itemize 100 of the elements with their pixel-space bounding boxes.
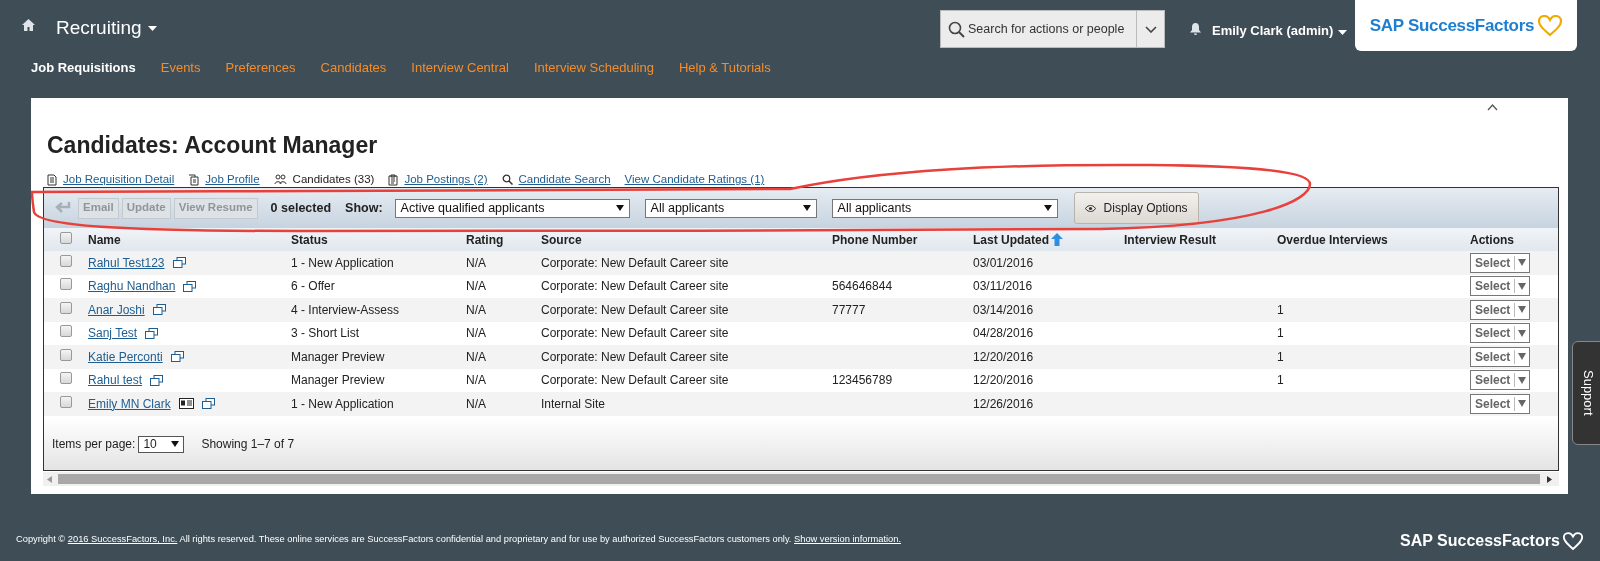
filter-dropdown[interactable]: All applicants — [831, 198, 1058, 218]
table-cell: Corporate: New Default Career site — [541, 255, 729, 270]
nav-tab[interactable]: Interview Scheduling — [533, 58, 654, 78]
table-cell: Manager Preview — [291, 349, 385, 364]
search-field[interactable]: Search for actions or people — [940, 10, 1165, 48]
footer-link[interactable]: 2016 SuccessFactors, Inc. — [67, 534, 178, 544]
display-options-button[interactable]: Display Options — [1073, 192, 1199, 224]
current-view-label[interactable]: Candidates (33) — [292, 171, 375, 189]
caret-icon — [1518, 306, 1527, 314]
chevron-down-icon — [1144, 25, 1157, 33]
caret-icon — [147, 25, 157, 31]
table-cell: 04/28/2016 — [973, 326, 1034, 341]
action-dropdown[interactable]: Select — [1470, 346, 1531, 367]
popup-window-icon[interactable] — [172, 257, 186, 269]
page-link[interactable]: Job Postings (2) — [404, 171, 488, 189]
table-cell: Manager Preview — [291, 373, 385, 388]
nav-tab[interactable]: Candidates — [320, 58, 387, 78]
checkbox[interactable] — [60, 395, 72, 408]
caret-icon — [802, 205, 811, 211]
checkbox[interactable] — [60, 348, 72, 361]
table-cell: 77777 — [832, 302, 866, 317]
search-input[interactable]: Search for actions or people — [968, 19, 1136, 39]
column-header[interactable]: Phone Number — [832, 230, 918, 249]
popup-window-icon[interactable] — [170, 351, 184, 363]
logo[interactable]: SAP SuccessFactors — [1355, 0, 1577, 51]
support-tab[interactable]: Support — [1572, 341, 1600, 445]
checkbox[interactable] — [60, 372, 72, 385]
eye-icon — [1084, 204, 1096, 212]
pager-label: Items per page: — [52, 436, 136, 453]
checkbox[interactable] — [60, 325, 72, 338]
checkbox[interactable] — [60, 278, 72, 291]
nav-tab[interactable]: Preferences — [225, 58, 296, 78]
table-cell: N/A — [466, 302, 486, 317]
table-cell: 03/14/2016 — [973, 302, 1034, 317]
horizontal-scrollbar[interactable] — [43, 472, 1559, 486]
table-cell: 12/20/2016 — [973, 373, 1034, 388]
action-dropdown[interactable]: Select — [1470, 393, 1531, 414]
user-menu[interactable]: Emily Clark (admin) — [1212, 21, 1348, 41]
table-cell: Corporate: New Default Career site — [541, 302, 729, 317]
action-dropdown[interactable]: Select — [1470, 276, 1531, 297]
column-header[interactable]: Rating — [466, 230, 504, 249]
action-dropdown[interactable]: Select — [1470, 323, 1531, 344]
popup-window-icon[interactable] — [152, 304, 166, 316]
action-dropdown[interactable]: Select — [1470, 252, 1531, 273]
column-header[interactable]: Name — [88, 230, 121, 249]
column-header[interactable]: Interview Result — [1124, 230, 1217, 249]
action-dropdown[interactable]: Select — [1470, 299, 1531, 320]
caret-icon — [1338, 30, 1348, 36]
candidate-link[interactable]: Raghu Nandhan — [88, 277, 176, 296]
candidate-link[interactable]: Anar Joshi — [88, 300, 145, 319]
module-menu[interactable]: Recruiting — [56, 14, 157, 43]
checkbox[interactable] — [60, 254, 72, 267]
filter-dropdown[interactable]: Active qualified applicants — [394, 198, 630, 218]
page-link[interactable]: Candidate Search — [518, 171, 611, 189]
collapse-icon[interactable] — [1487, 104, 1498, 111]
candidate-link[interactable]: Emily MN Clark — [88, 394, 171, 413]
scroll-right-icon[interactable] — [1547, 475, 1552, 483]
table-cell: Internal Site — [541, 396, 606, 411]
candidate-link[interactable]: Rahul test — [88, 371, 143, 390]
scrollbar-thumb[interactable] — [58, 474, 1540, 484]
scroll-left-icon[interactable] — [47, 475, 52, 483]
caret-icon — [1518, 259, 1527, 267]
footer-link[interactable]: Show version information. — [794, 534, 901, 544]
popup-window-icon[interactable] — [201, 398, 215, 410]
checkbox[interactable] — [60, 231, 72, 244]
id-card-icon[interactable] — [178, 398, 194, 410]
caret-icon — [1518, 400, 1527, 408]
column-header[interactable]: Overdue Interviews — [1277, 230, 1388, 249]
column-header[interactable]: Status — [291, 230, 328, 249]
nav-tab[interactable]: Help & Tutorials — [678, 58, 771, 78]
checkbox[interactable] — [60, 301, 72, 314]
items-per-page-dropdown[interactable]: 10 — [138, 435, 185, 453]
popup-window-icon[interactable] — [183, 280, 197, 292]
table-cell: 1 — [1277, 373, 1284, 388]
nav-tab[interactable]: Events — [160, 58, 201, 78]
candidate-link[interactable]: Rahul Test123 — [88, 253, 165, 272]
table-cell: 1 — [1277, 326, 1284, 341]
filter-dropdown[interactable]: All applicants — [644, 198, 817, 218]
candidate-link[interactable]: Sanj Test — [88, 324, 138, 343]
home-icon[interactable] — [22, 19, 35, 31]
bell-icon[interactable] — [1190, 23, 1201, 35]
search-icon — [948, 20, 965, 38]
table-cell: 1 — [1277, 349, 1284, 364]
page-link[interactable]: Job Profile — [205, 171, 260, 189]
table-cell: N/A — [466, 349, 486, 364]
nav-tab[interactable]: Job Requisitions — [31, 58, 136, 78]
heart-icon — [1562, 531, 1583, 551]
nav-tab[interactable]: Interview Central — [411, 58, 509, 78]
candidate-link[interactable]: Katie Perconti — [88, 347, 163, 366]
caret-icon — [1518, 353, 1527, 361]
page-link[interactable]: Job Requisition Detail — [63, 171, 175, 189]
page-title: Candidates: Account Manager — [47, 131, 378, 160]
caret-icon — [1518, 282, 1527, 290]
popup-window-icon[interactable] — [150, 374, 164, 386]
action-dropdown[interactable]: Select — [1470, 370, 1531, 391]
column-header[interactable]: Source — [541, 230, 582, 249]
column-header[interactable]: Actions — [1470, 230, 1514, 249]
column-header[interactable]: Last Updated — [973, 230, 1063, 249]
page-link[interactable]: View Candidate Ratings (1) — [624, 171, 765, 189]
popup-window-icon[interactable] — [145, 327, 159, 339]
